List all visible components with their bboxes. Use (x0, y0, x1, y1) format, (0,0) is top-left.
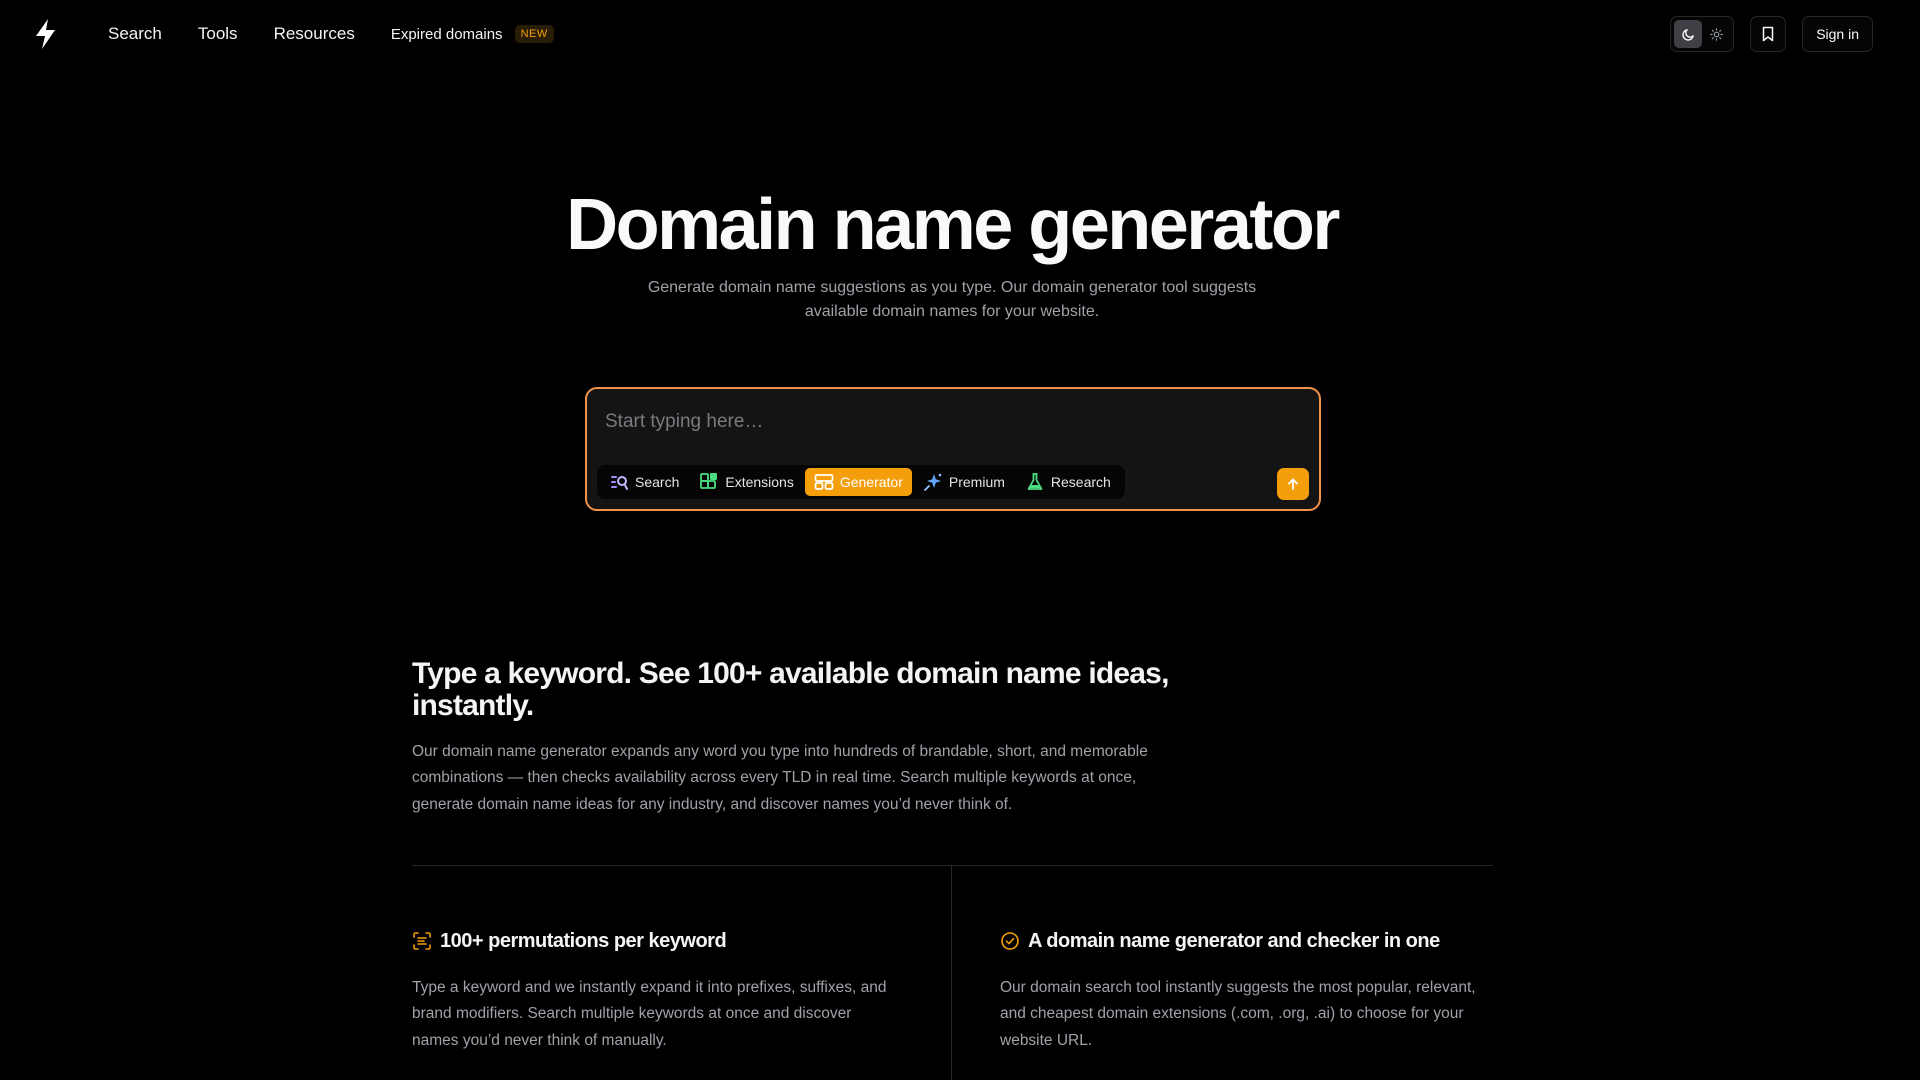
feature-generator-checker-title: A domain name generator and checker in o… (1028, 929, 1440, 952)
extensions-blocks-icon (700, 473, 718, 489)
section-heading: Type a keyword. See 100+ available domai… (412, 658, 1192, 722)
feature-2-line-1: Our domain search tool instantly suggest… (1000, 979, 1476, 996)
section-body-line-3: generate domain name ideas for any indus… (412, 795, 1013, 813)
page-title: Domain name generator (566, 185, 1340, 265)
mode-search-tab[interactable]: Search (600, 468, 688, 496)
mode-selector: Search Extensions Generator Premium Rese… (597, 465, 1125, 499)
feature-permutations-title: 100+ permutations per keyword (440, 929, 727, 952)
arrow-up-icon (1288, 478, 1298, 490)
research-flask-icon (1027, 473, 1043, 490)
mode-generator-tab[interactable]: Generator (804, 468, 912, 496)
section-body-line-2: combinations — then checks availability … (412, 769, 1137, 787)
search-panel: Search Extensions Generator (585, 387, 1321, 511)
check-circle-icon (1001, 932, 1019, 950)
generator-cards-icon (814, 474, 834, 490)
feature-generator-checker-text: Our domain search tool instantly suggest… (1000, 975, 1495, 1054)
section-description: Our domain name generator expands any wo… (412, 739, 1192, 818)
feature-1-line-1: Type a keyword and we instantly expand i… (412, 979, 887, 996)
mode-premium-tab[interactable]: Premium (914, 468, 1014, 496)
subtitle-line-2: available domain names for your website. (804, 303, 1100, 320)
search-input[interactable] (605, 405, 1245, 439)
new-badge: NEW (514, 25, 554, 43)
feature-1-line-3: names you’d never think of manually. (412, 1031, 667, 1049)
feature-2-line-2: and cheapest domain extensions (.com, .o… (1000, 1005, 1464, 1023)
mode-search-label: Search (635, 474, 680, 490)
mode-research-tab[interactable]: Research (1016, 468, 1120, 496)
feature-permutations: 100+ permutations per keyword Type a key… (412, 930, 907, 1054)
search-list-icon (611, 476, 628, 490)
nav-resources-link[interactable]: Resources (274, 24, 355, 44)
submit-button[interactable] (1277, 468, 1309, 500)
top-navigation: Search Tools Resources Expired domains N… (0, 0, 1920, 68)
bookmark-icon (1762, 26, 1774, 42)
dark-mode-option[interactable] (1674, 20, 1703, 48)
moon-icon (1681, 28, 1694, 41)
feature-2-line-3: website URL. (1000, 1031, 1093, 1049)
feature-permutations-text: Type a keyword and we instantly expand i… (412, 975, 907, 1054)
theme-toggle[interactable] (1670, 16, 1735, 52)
light-mode-option[interactable] (1702, 20, 1730, 48)
lightning-logo-icon[interactable] (33, 18, 59, 50)
nav-tools-link[interactable]: Tools (198, 24, 238, 44)
nav-actions: Sign in (1670, 16, 1873, 52)
column-divider (951, 866, 952, 1080)
nav-search-link[interactable]: Search (108, 24, 162, 44)
premium-sparkle-icon (923, 473, 942, 491)
mode-extensions-label: Extensions (725, 474, 794, 490)
section-heading-line-1: Type a keyword. See 100+ available domai… (412, 657, 1169, 690)
scan-text-icon (413, 932, 431, 950)
feature-permutations-header: 100+ permutations per keyword (412, 930, 907, 952)
mode-generator-label: Generator (839, 474, 903, 490)
section-body-line-1: Our domain name generator expands any wo… (412, 743, 1148, 760)
sun-icon (1709, 27, 1723, 41)
subtitle-line-1: Generate domain name suggestions as you … (647, 279, 1257, 296)
section-divider (412, 865, 1493, 866)
bookmarks-button[interactable] (1750, 16, 1787, 52)
mode-extensions-tab[interactable]: Extensions (690, 468, 802, 496)
section-heading-line-2: instantly. (412, 689, 534, 722)
mode-premium-label: Premium (948, 474, 1005, 490)
mode-research-label: Research (1050, 474, 1111, 490)
main-nav: Search Tools Resources Expired domains N… (108, 0, 554, 68)
page-subtitle: Generate domain name suggestions as you … (632, 276, 1272, 324)
sign-in-button[interactable]: Sign in (1802, 16, 1873, 52)
feature-1-line-2: brand modifiers. Search multiple keyword… (412, 1005, 852, 1023)
feature-generator-checker: A domain name generator and checker in o… (1000, 930, 1495, 1054)
nav-expired-domains-link[interactable]: Expired domains (391, 26, 503, 43)
feature-generator-checker-header: A domain name generator and checker in o… (1000, 930, 1495, 952)
